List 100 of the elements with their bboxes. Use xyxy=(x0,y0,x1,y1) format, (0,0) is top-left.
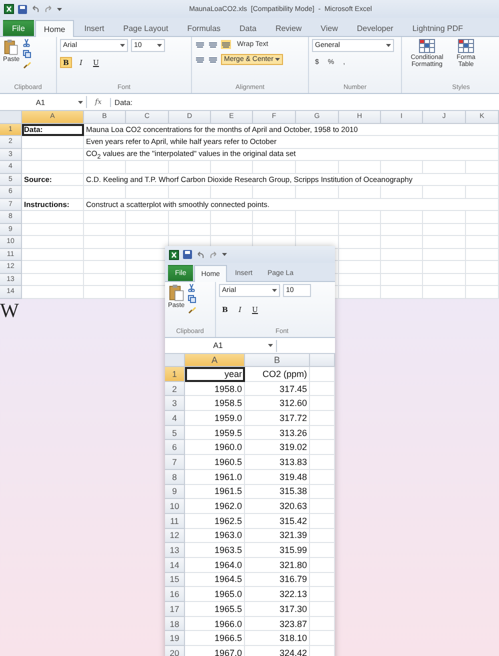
empty-cell xyxy=(466,261,499,274)
scissors-icon[interactable] xyxy=(22,39,30,47)
align-icon[interactable] xyxy=(195,40,205,49)
row-header[interactable]: 7 xyxy=(165,455,185,470)
align-icon[interactable] xyxy=(208,55,218,64)
ribbon-tab[interactable]: Lightning PDF xyxy=(403,20,472,36)
scissors-icon[interactable] xyxy=(188,284,195,292)
table-format-icon[interactable] xyxy=(458,39,474,53)
caret-icon xyxy=(57,8,62,10)
table-cell: 1963.5 xyxy=(185,543,245,558)
table-cell: 313.83 xyxy=(245,455,310,470)
caret-icon xyxy=(275,58,280,61)
table-cell: 1965.0 xyxy=(185,587,245,602)
empty-cell xyxy=(423,224,466,236)
row-header[interactable]: 8 xyxy=(165,470,185,484)
table-cell: 315.38 xyxy=(245,484,310,500)
ribbon-tab[interactable]: Page Layout xyxy=(114,20,178,36)
caret-icon xyxy=(157,44,162,47)
empty-cell xyxy=(296,211,339,224)
table-format-icon[interactable] xyxy=(419,39,435,53)
empty-cell xyxy=(310,411,335,426)
empty-cell xyxy=(423,248,466,261)
table-cell: 317.72 xyxy=(245,411,310,426)
caret-icon xyxy=(272,289,277,292)
ribbon-tab[interactable]: Home xyxy=(34,20,74,37)
row-header[interactable]: 6 xyxy=(165,440,185,456)
row-header[interactable]: 9 xyxy=(165,484,185,500)
row-header[interactable]: 5 xyxy=(165,426,185,440)
empty-cell xyxy=(84,224,126,236)
empty-cell xyxy=(466,161,499,174)
row-header[interactable]: 17 xyxy=(165,602,185,617)
spreadsheet-logo-icon xyxy=(4,4,14,14)
ribbon-tab[interactable]: File xyxy=(3,20,34,36)
empty-cell xyxy=(169,161,211,174)
empty-cell xyxy=(126,224,169,236)
table-cell: 1964.0 xyxy=(185,558,245,573)
row-header[interactable]: 14 xyxy=(165,558,185,573)
empty-cell xyxy=(381,236,423,248)
copy-icon[interactable] xyxy=(188,295,196,303)
align-icon[interactable] xyxy=(221,40,231,49)
copy-icon[interactable] xyxy=(22,50,31,58)
row-header[interactable]: 11 xyxy=(165,514,185,529)
empty-cell xyxy=(310,543,335,558)
table-cell: 312.60 xyxy=(245,396,310,412)
row-header[interactable]: 13 xyxy=(165,543,185,558)
row-header[interactable]: 12 xyxy=(165,528,185,544)
row-header[interactable]: 19 xyxy=(165,631,185,646)
row-header[interactable]: 4 xyxy=(165,411,185,426)
empty-cell xyxy=(339,161,381,174)
spreadsheet-logo-icon xyxy=(169,250,179,260)
empty-cell xyxy=(466,211,499,224)
empty-cell xyxy=(339,286,381,298)
row-header[interactable]: 10 xyxy=(165,499,185,514)
table-cell: 323.87 xyxy=(245,616,310,632)
column-header[interactable]: B xyxy=(245,354,310,367)
slide-text: W xyxy=(0,300,19,323)
empty-cell xyxy=(126,211,169,224)
ribbon-tab[interactable]: View xyxy=(312,20,347,36)
row-header[interactable]: 15 xyxy=(165,572,185,588)
table-cell: 1962.0 xyxy=(185,499,245,514)
empty-cell xyxy=(466,224,499,236)
empty-cell xyxy=(423,186,466,198)
row-header[interactable]: 2 xyxy=(165,382,185,396)
row-header[interactable]: 1 xyxy=(165,367,185,382)
empty-cell xyxy=(310,426,335,440)
table-cell: 317.45 xyxy=(245,382,310,396)
column-header[interactable]: A xyxy=(185,354,245,367)
format-painter-icon[interactable] xyxy=(22,61,31,69)
table-cell: 1958.0 xyxy=(185,382,245,396)
clipboard-icon xyxy=(168,284,184,302)
row-header[interactable]: 20 xyxy=(165,646,185,656)
save-icon[interactable] xyxy=(18,4,27,14)
undo-icon[interactable] xyxy=(31,5,40,13)
table-cell: 1961.0 xyxy=(185,470,245,484)
empty-cell xyxy=(339,186,381,198)
empty-cell xyxy=(466,186,499,198)
row-header[interactable]: 3 xyxy=(165,396,185,412)
table-cell: 1967.0 xyxy=(185,646,245,656)
align-icon[interactable] xyxy=(208,40,218,49)
row-header[interactable]: 16 xyxy=(165,587,185,602)
empty-cell xyxy=(339,224,381,236)
ribbon-tab[interactable]: Insert xyxy=(75,20,114,36)
empty-cell xyxy=(310,528,335,544)
empty-cell xyxy=(466,274,499,286)
align-icon[interactable] xyxy=(195,55,205,64)
ribbon-tab[interactable]: Developer xyxy=(348,20,402,36)
ribbon-tab[interactable]: Data xyxy=(230,20,266,36)
empty-cell xyxy=(310,499,335,514)
row-header[interactable]: 18 xyxy=(165,616,185,632)
ribbon-tab[interactable]: Review xyxy=(266,20,311,36)
caret-icon xyxy=(120,44,125,47)
save-icon[interactable] xyxy=(183,250,192,259)
empty-cell xyxy=(211,161,253,174)
empty-cell xyxy=(253,211,296,224)
empty-cell xyxy=(310,572,335,588)
empty-cell xyxy=(84,274,126,286)
ribbon-tab[interactable]: Formulas xyxy=(178,20,230,36)
undo-icon[interactable] xyxy=(196,250,205,258)
format-painter-icon[interactable] xyxy=(188,306,196,314)
empty-cell xyxy=(339,248,381,261)
